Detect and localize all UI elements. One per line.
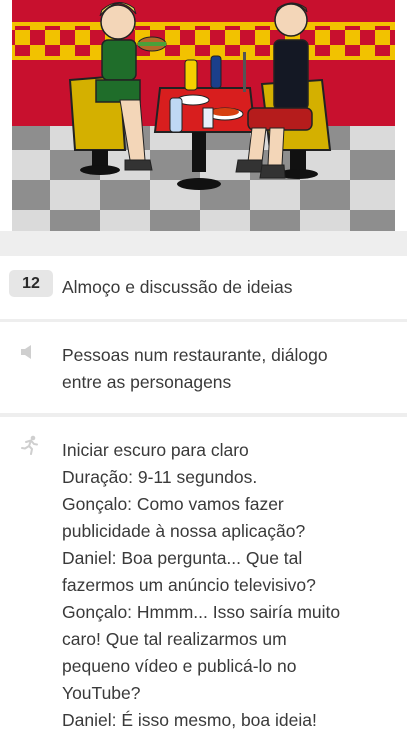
action-line: Daniel: Boa pergunta... Que tal	[62, 548, 303, 568]
action-line: Duração: 9-11 segundos.	[62, 467, 258, 487]
action-line: YouTube?	[62, 683, 141, 703]
action-line: Iniciar escuro para claro	[62, 440, 249, 460]
action-line: Gonçalo: Como vamos fazer	[62, 494, 284, 514]
scene-image	[0, 0, 407, 231]
action-description-row: Iniciar escuro para claro Duração: 9-11 …	[0, 417, 407, 753]
action-line: pequeno vídeo e publicá-lo no	[62, 656, 297, 676]
action-line: caro! Que tal realizarmos um	[62, 629, 287, 649]
running-person-icon	[20, 435, 40, 460]
sound-line: Pessoas num restaurante, diálogo	[62, 345, 328, 365]
action-description-text: Iniciar escuro para claro Duração: 9-11 …	[62, 437, 393, 734]
sound-description-row: Pessoas num restaurante, diálogo entre a…	[0, 322, 407, 413]
sound-line: entre as personagens	[62, 372, 232, 392]
action-line: fazermos um anúncio televisivo?	[62, 575, 316, 595]
cell-number-badge: 12	[9, 270, 53, 297]
action-line: Daniel: É isso mesmo, boa ideia!	[62, 710, 317, 730]
restaurant-scene-illustration	[10, 0, 397, 231]
speaker-icon	[20, 344, 36, 365]
cell-title: Almoço e discussão de ideias	[62, 277, 293, 297]
cell-title-row: 12 Almoço e discussão de ideias	[0, 256, 407, 319]
action-line: publicidade à nossa aplicação?	[62, 521, 306, 541]
sound-description-text: Pessoas num restaurante, diálogo entre a…	[62, 342, 393, 396]
action-line: Gonçalo: Hmmm... Isso sairía muito	[62, 602, 341, 622]
